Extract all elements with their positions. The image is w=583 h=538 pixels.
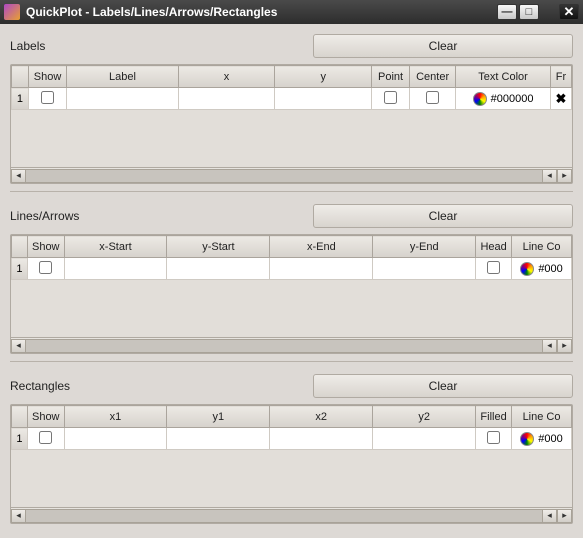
point-checkbox[interactable] bbox=[384, 91, 397, 104]
titlebar: QuickPlot - Labels/Lines/Arrows/Rectangl… bbox=[0, 0, 583, 24]
lines-clear-button[interactable]: Clear bbox=[313, 204, 573, 228]
col-point[interactable]: Point bbox=[372, 66, 410, 88]
col-show[interactable]: Show bbox=[27, 406, 64, 428]
show-checkbox[interactable] bbox=[39, 261, 52, 274]
maximize-button[interactable]: □ bbox=[519, 4, 539, 20]
col-y1[interactable]: y1 bbox=[167, 406, 270, 428]
color-swatch-icon bbox=[473, 92, 487, 106]
scroll-right-icon[interactable]: ▸ bbox=[557, 339, 572, 353]
col-filled[interactable]: Filled bbox=[476, 406, 512, 428]
row-number: 1 bbox=[12, 428, 28, 450]
xstart-cell[interactable] bbox=[64, 258, 167, 280]
scroll-track[interactable] bbox=[26, 339, 542, 353]
labels-table: Show Label x y Point Center Text Color F… bbox=[11, 65, 572, 110]
col-head[interactable]: Head bbox=[476, 236, 512, 258]
col-fr[interactable]: Fr bbox=[550, 66, 571, 88]
labels-title: Labels bbox=[10, 39, 313, 53]
show-checkbox[interactable] bbox=[41, 91, 54, 104]
col-xstart[interactable]: x-Start bbox=[64, 236, 167, 258]
color-swatch-icon bbox=[520, 262, 534, 276]
col-linecolor[interactable]: Line Co bbox=[512, 236, 572, 258]
labels-table-wrap: Show Label x y Point Center Text Color F… bbox=[10, 64, 573, 184]
col-textcolor[interactable]: Text Color bbox=[456, 66, 551, 88]
ystart-cell[interactable] bbox=[167, 258, 270, 280]
linecolor-cell[interactable]: #000 bbox=[512, 258, 572, 280]
lines-hscrollbar[interactable]: ◂ ◂ ▸ bbox=[11, 337, 572, 353]
label-cell[interactable] bbox=[67, 88, 178, 110]
rects-clear-button[interactable]: Clear bbox=[313, 374, 573, 398]
lines-title: Lines/Arrows bbox=[10, 209, 313, 223]
labels-clear-button[interactable]: Clear bbox=[313, 34, 573, 58]
labels-section: Labels Clear Show Label x y Point Center bbox=[10, 32, 573, 184]
content: Labels Clear Show Label x y Point Center bbox=[0, 24, 583, 538]
xend-cell[interactable] bbox=[270, 258, 373, 280]
col-linecolor[interactable]: Line Co bbox=[512, 406, 572, 428]
color-swatch-icon bbox=[520, 432, 534, 446]
linecolor-cell[interactable]: #000 bbox=[512, 428, 572, 450]
x1-cell[interactable] bbox=[64, 428, 167, 450]
center-checkbox[interactable] bbox=[426, 91, 439, 104]
scroll-left-end-icon[interactable]: ◂ bbox=[542, 509, 557, 523]
lines-section: Lines/Arrows Clear Show x-Start y-Start … bbox=[10, 202, 573, 354]
rects-section: Rectangles Clear Show x1 y1 x2 y2 Filled bbox=[10, 372, 573, 524]
labels-hscrollbar[interactable]: ◂ ◂ ▸ bbox=[11, 167, 572, 183]
y2-cell[interactable] bbox=[373, 428, 476, 450]
head-checkbox[interactable] bbox=[487, 261, 500, 274]
scroll-track[interactable] bbox=[26, 169, 542, 183]
scroll-left-icon[interactable]: ◂ bbox=[11, 339, 26, 353]
table-row: 1 #000000 ✖ bbox=[12, 88, 572, 110]
y1-cell[interactable] bbox=[167, 428, 270, 450]
col-xend[interactable]: x-End bbox=[270, 236, 373, 258]
divider bbox=[10, 191, 573, 192]
scroll-left-icon[interactable]: ◂ bbox=[11, 509, 26, 523]
minimize-button[interactable]: ― bbox=[497, 4, 517, 20]
rects-table-wrap: Show x1 y1 x2 y2 Filled Line Co 1 bbox=[10, 404, 573, 524]
app-icon bbox=[4, 4, 20, 20]
textcolor-cell[interactable]: #000000 bbox=[456, 88, 551, 110]
scroll-right-icon[interactable]: ▸ bbox=[557, 509, 572, 523]
scroll-track[interactable] bbox=[26, 509, 542, 523]
col-y2[interactable]: y2 bbox=[373, 406, 476, 428]
table-row: 1 #000 bbox=[12, 258, 572, 280]
row-number: 1 bbox=[12, 258, 28, 280]
x-cell[interactable] bbox=[178, 88, 275, 110]
col-ystart[interactable]: y-Start bbox=[167, 236, 270, 258]
table-row: 1 #000 bbox=[12, 428, 572, 450]
col-y[interactable]: y bbox=[275, 66, 372, 88]
filled-checkbox[interactable] bbox=[487, 431, 500, 444]
col-x2[interactable]: x2 bbox=[270, 406, 373, 428]
close-button[interactable]: ✕ bbox=[559, 4, 579, 20]
col-x1[interactable]: x1 bbox=[64, 406, 167, 428]
lines-table-wrap: Show x-Start y-Start x-End y-End Head Li… bbox=[10, 234, 573, 354]
yend-cell[interactable] bbox=[373, 258, 476, 280]
x2-cell[interactable] bbox=[270, 428, 373, 450]
col-x[interactable]: x bbox=[178, 66, 275, 88]
show-checkbox[interactable] bbox=[39, 431, 52, 444]
rects-hscrollbar[interactable]: ◂ ◂ ▸ bbox=[11, 507, 572, 523]
scroll-left-icon[interactable]: ◂ bbox=[11, 169, 26, 183]
scroll-left-end-icon[interactable]: ◂ bbox=[542, 339, 557, 353]
col-show[interactable]: Show bbox=[28, 66, 66, 88]
y-cell[interactable] bbox=[275, 88, 372, 110]
window-title: QuickPlot - Labels/Lines/Arrows/Rectangl… bbox=[26, 5, 495, 19]
fr-cell[interactable]: ✖ bbox=[550, 88, 571, 110]
divider bbox=[10, 361, 573, 362]
col-center[interactable]: Center bbox=[409, 66, 455, 88]
rects-table: Show x1 y1 x2 y2 Filled Line Co 1 bbox=[11, 405, 572, 450]
col-yend[interactable]: y-End bbox=[373, 236, 476, 258]
row-number: 1 bbox=[12, 88, 29, 110]
lines-table: Show x-Start y-Start x-End y-End Head Li… bbox=[11, 235, 572, 280]
scroll-right-icon[interactable]: ▸ bbox=[557, 169, 572, 183]
col-show[interactable]: Show bbox=[27, 236, 64, 258]
col-label[interactable]: Label bbox=[67, 66, 178, 88]
rects-title: Rectangles bbox=[10, 379, 313, 393]
scroll-left-end-icon[interactable]: ◂ bbox=[542, 169, 557, 183]
window: QuickPlot - Labels/Lines/Arrows/Rectangl… bbox=[0, 0, 583, 538]
